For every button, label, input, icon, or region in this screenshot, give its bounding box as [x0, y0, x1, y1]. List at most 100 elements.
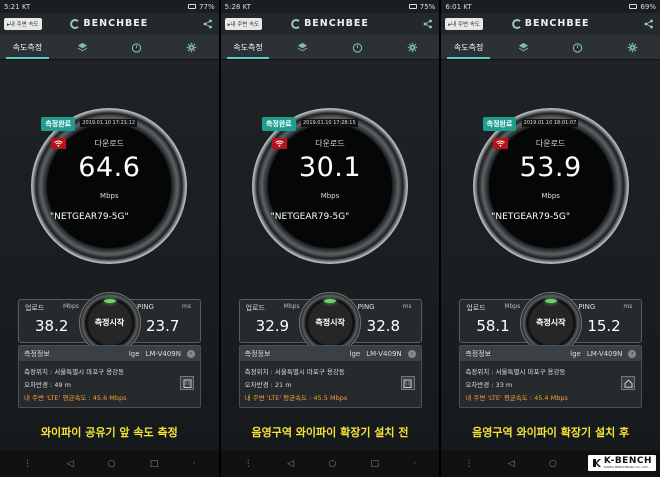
measurement-complete-badge: 측정완료 — [261, 117, 296, 131]
chevron-right-icon: › — [628, 349, 637, 358]
wifi-icon — [271, 138, 287, 149]
status-bar: 5:21 KT 77% — [0, 0, 219, 13]
device-model: LM-V409N — [366, 349, 402, 358]
location-row: 측정위치 : 서울특별시 마포구 용강동 — [465, 368, 566, 376]
ping-value: 15.2 — [587, 317, 621, 335]
tab-speed-test[interactable]: 속도측정 — [0, 35, 55, 59]
menu-icon[interactable]: ⋮ — [244, 459, 253, 469]
ping-value: 32.8 — [366, 317, 401, 335]
back-icon[interactable]: ◁ — [66, 459, 73, 469]
ping-unit: ms — [402, 303, 412, 310]
wifi-icon — [492, 138, 508, 149]
tab-history[interactable] — [330, 35, 385, 59]
location-value: 서울특별시 마포구 용강동 — [495, 368, 566, 376]
logo-text: BENCHBEE — [83, 18, 149, 29]
info-header[interactable]: 측정정보 lge LM-V409N › — [239, 346, 421, 361]
menu-icon[interactable]: ⋮ — [23, 459, 32, 469]
back-icon[interactable]: ◁ — [287, 459, 294, 469]
ping-value: 23.7 — [146, 317, 180, 335]
battery-level: 69% — [640, 2, 656, 11]
radius-row: 오차반경 : 49 m — [24, 381, 71, 389]
speed-gauge: 측정완료 2019.01.10 17:28:15 다운로드 30.1 Mbps … — [251, 108, 408, 264]
tab-layers[interactable] — [496, 35, 551, 59]
tab-bar: 속도측정 — [441, 35, 660, 60]
app-header: ▸내 주변 속도 BENCHBEE — [0, 13, 219, 35]
dot-icon[interactable]: · — [193, 459, 196, 469]
share-icon[interactable] — [423, 19, 433, 29]
caption: 음영구역 와이파이 확장기 설치 전 — [251, 426, 409, 439]
layers-icon — [297, 42, 308, 51]
building-icon[interactable] — [400, 376, 415, 390]
tab-settings[interactable] — [605, 35, 660, 59]
status-time: 6:01 — [445, 2, 462, 11]
nearby-speed-button[interactable]: ▸내 주변 속도 — [4, 18, 42, 30]
tab-history[interactable] — [109, 35, 164, 59]
back-icon[interactable]: ◁ — [508, 459, 515, 469]
tab-layers[interactable] — [55, 35, 110, 59]
benchbee-logo: BENCHBEE — [291, 18, 369, 29]
upload-label: 업로드 — [25, 304, 45, 312]
home-icon[interactable]: ○ — [328, 459, 336, 469]
start-test-label: 측정시작 — [94, 318, 125, 327]
gear-icon — [627, 42, 638, 52]
device-model: LM-V409N — [145, 349, 181, 358]
battery-level: 75% — [419, 2, 436, 11]
network-name: lge — [128, 349, 140, 358]
share-icon[interactable] — [644, 19, 654, 29]
chevron-right-icon: › — [407, 349, 416, 358]
android-nav-bar: ⋮ ◁ ○ □ · — [0, 451, 219, 477]
tab-speed-test[interactable]: 속도측정 — [221, 35, 276, 59]
tab-settings[interactable] — [385, 35, 440, 59]
speed-gauge: 측정완료 2019.01.10 18:01:07 다운로드 53.9 Mbps … — [472, 108, 629, 264]
logo-text: BENCHBEE — [304, 18, 369, 29]
dot-icon[interactable]: · — [413, 459, 416, 469]
info-title: 측정정보 — [244, 349, 271, 358]
measurement-timestamp: 2019.01.10 17:21:12 — [80, 119, 138, 127]
nearby-speed-button[interactable]: ▸내 주변 속도 — [445, 18, 483, 30]
ping-unit: ms — [182, 303, 191, 310]
screenshot-panel-2: 5:28 KT 75% ▸내 주변 속도 BENCHBEE 속도측정 측정완료 … — [220, 0, 440, 477]
layers-icon — [518, 42, 529, 51]
info-panel: 측정정보 lge LM-V409N › 측정위치 : 서울특별시 마포구 용강동 오… — [459, 345, 643, 408]
timer-icon — [573, 42, 583, 53]
recent-apps-icon[interactable]: □ — [370, 459, 379, 469]
recent-apps-icon[interactable]: □ — [150, 459, 159, 469]
info-title: 측정정보 — [24, 349, 50, 358]
logo-icon — [291, 18, 302, 29]
info-panel: 측정정보 lge LM-V409N › 측정위치 : 서울특별시 마포구 용강동 오… — [18, 345, 201, 408]
download-speed: 64.6 — [78, 152, 141, 183]
info-header[interactable]: 측정정보 lge LM-V409N › — [19, 346, 200, 361]
results-box: 업로드 Mbps 58.1 PING ms 15.2 측정시작 — [459, 292, 643, 354]
logo-icon — [511, 18, 522, 29]
ping-label: PING — [357, 303, 375, 311]
tab-history[interactable] — [551, 35, 606, 59]
home-icon[interactable]: ○ — [108, 459, 116, 469]
screenshots-row: 5:21 KT 77% ▸내 주변 속도 BENCHBEE 속도측정 측정완료 … — [0, 0, 660, 477]
status-carrier: KT — [242, 2, 251, 11]
kbench-logo-icon — [592, 459, 601, 467]
download-speed: 53.9 — [519, 152, 582, 183]
menu-icon[interactable]: ⋮ — [464, 459, 473, 469]
upload-unit: Mbps — [283, 303, 300, 310]
share-icon[interactable] — [203, 19, 213, 29]
home-map-icon[interactable] — [621, 376, 636, 390]
benchbee-logo: BENCHBEE — [511, 18, 590, 29]
measurement-complete-badge: 측정완료 — [482, 117, 517, 131]
home-icon[interactable]: ○ — [549, 459, 557, 469]
info-header[interactable]: 측정정보 lge LM-V409N › — [460, 346, 642, 361]
nearby-speed-button[interactable]: ▸내 주변 속도 — [224, 18, 263, 30]
status-time: 5:28 — [224, 2, 241, 11]
battery-icon — [188, 4, 197, 9]
gear-icon — [186, 42, 197, 52]
radius-value: 33 m — [495, 381, 513, 389]
building-icon[interactable] — [180, 376, 194, 390]
upload-speed: 32.9 — [255, 317, 290, 335]
status-time: 5:21 — [4, 2, 20, 11]
kbench-sub: KOREA BENCHMARK CO., LTD. — [603, 465, 649, 469]
tab-speed-test[interactable]: 속도측정 — [441, 35, 496, 59]
avg-row: 내 주변 'LTE' 평균속도 : 45.6 Mbps — [24, 394, 127, 402]
chevron-right-icon: › — [187, 349, 195, 358]
upload-unit: Mbps — [504, 303, 521, 310]
tab-settings[interactable] — [164, 35, 219, 59]
tab-layers[interactable] — [275, 35, 330, 59]
